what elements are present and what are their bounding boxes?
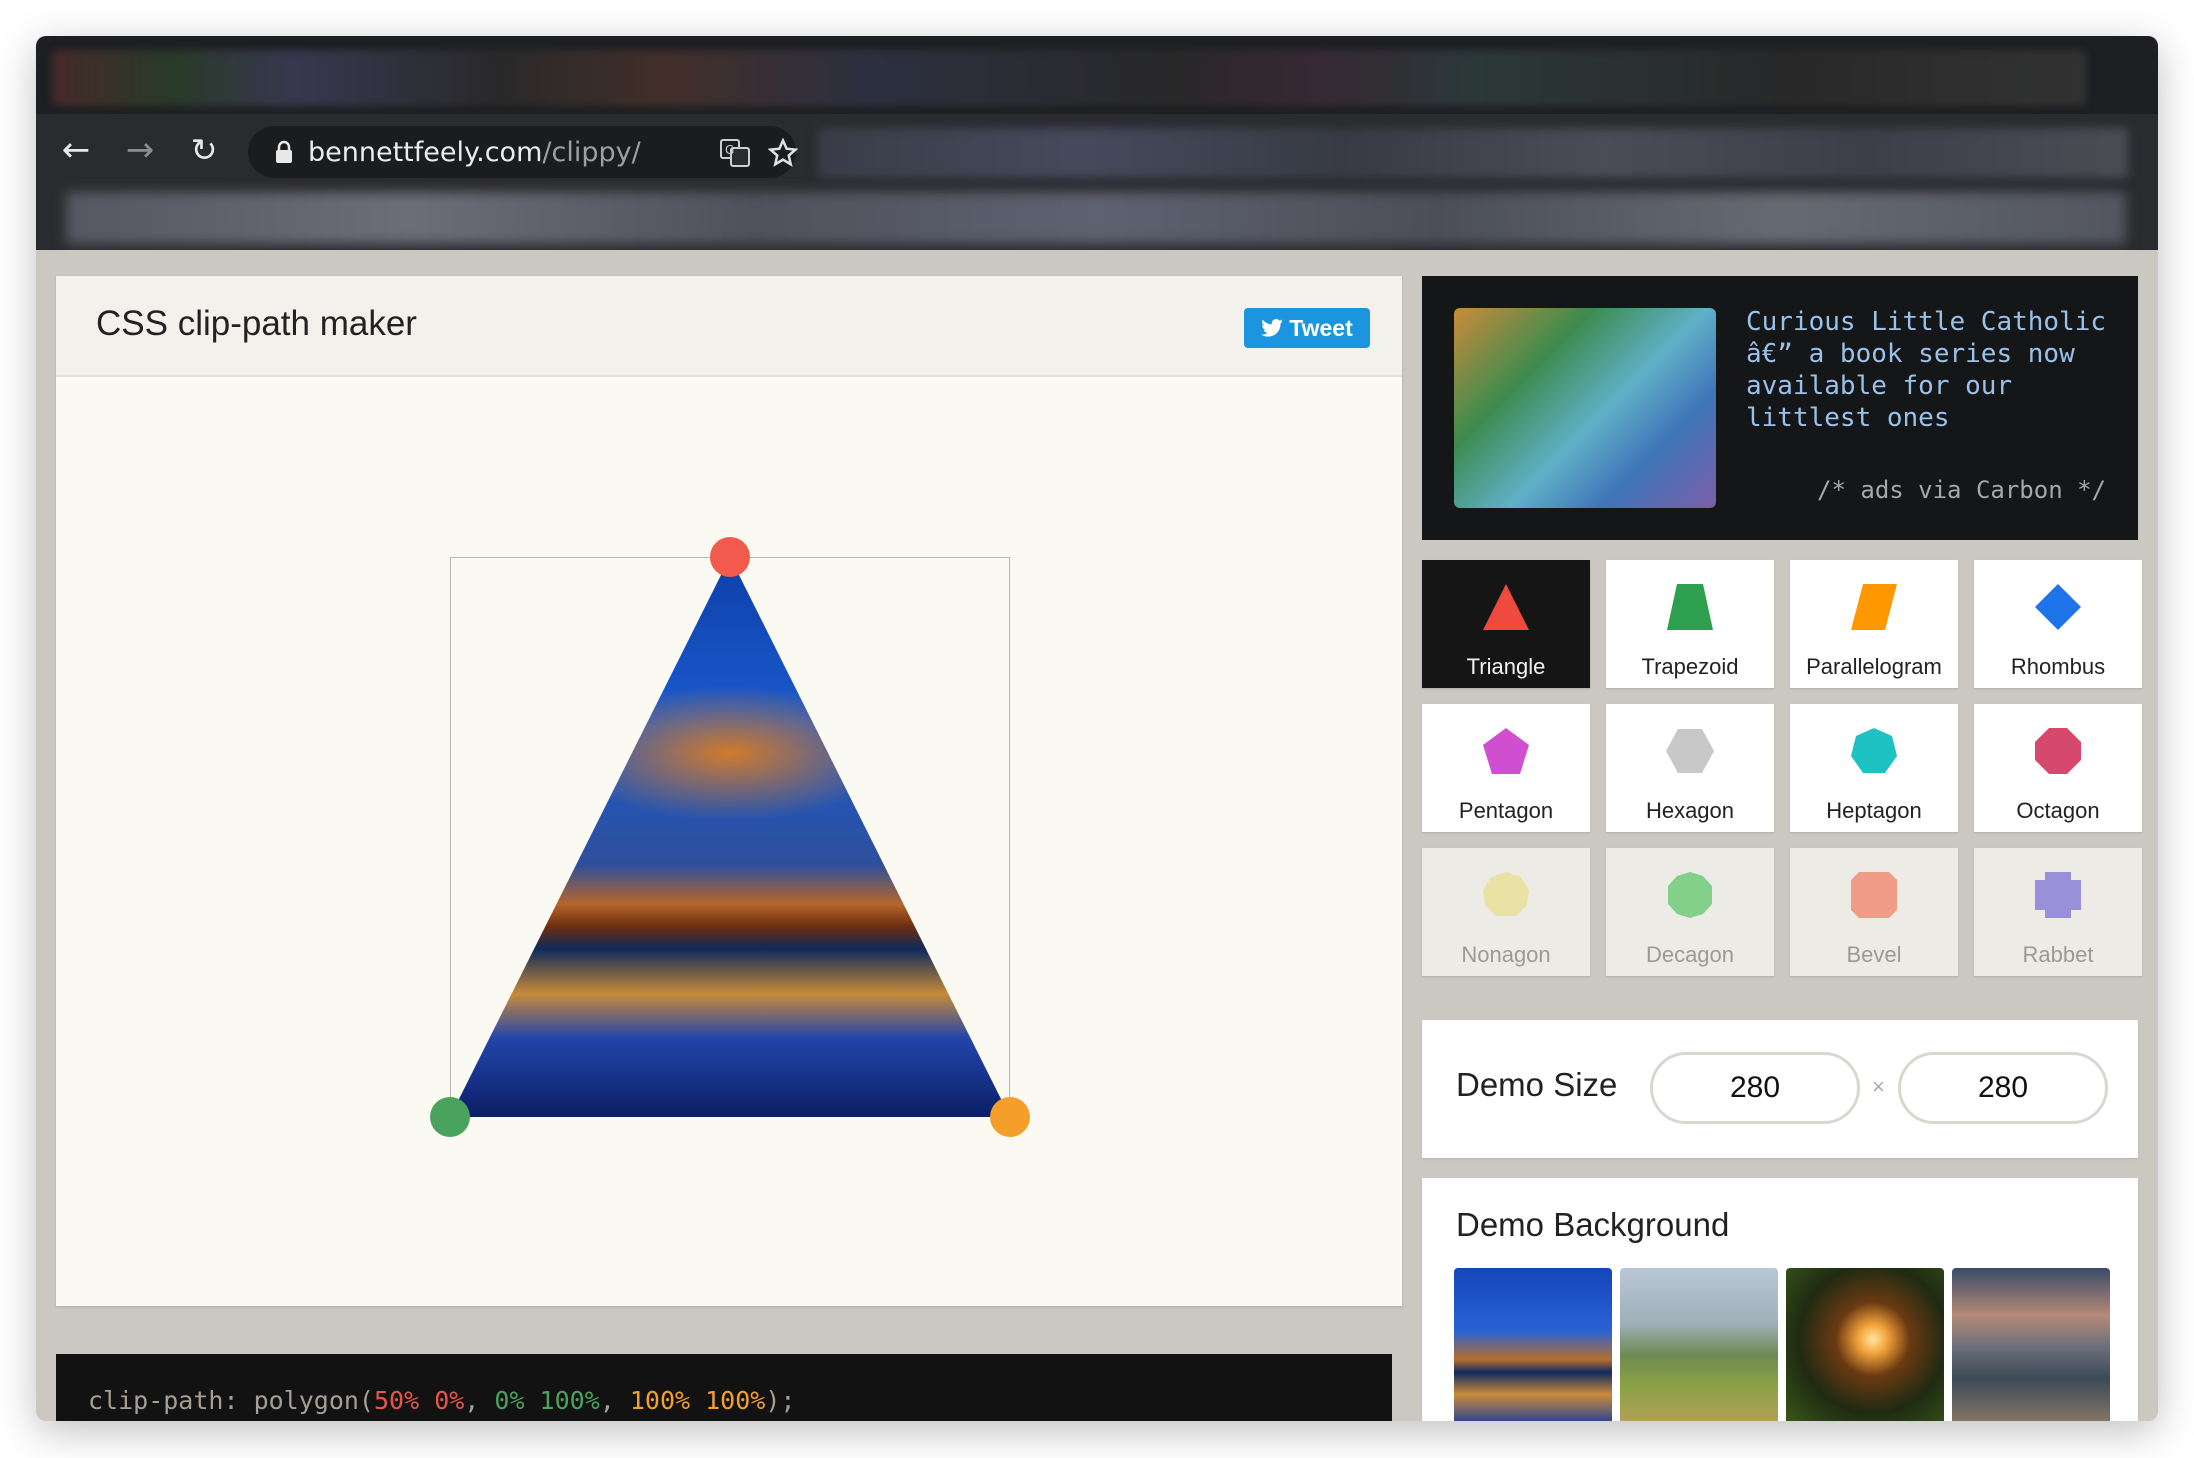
rhombus-icon [2035, 584, 2081, 630]
blurred-bookmarks [66, 192, 2126, 244]
rabbet-icon [2035, 872, 2081, 918]
reload-icon[interactable]: ↻ [182, 128, 226, 172]
url-path: /clippy/ [542, 136, 641, 168]
star-icon[interactable] [768, 138, 798, 168]
handle-left-point[interactable] [430, 1097, 470, 1137]
shape-label: Heptagon [1826, 798, 1922, 823]
page-title: CSS clip-path maker [96, 304, 417, 343]
carbon-ad[interactable]: Curious Little Catholic â€” a book serie… [1422, 276, 2138, 540]
bevel-icon [1851, 872, 1897, 918]
shape-label: Hexagon [1645, 798, 1735, 823]
demo-background-card: Demo Background [1422, 1178, 2138, 1421]
bg-thumb-hills[interactable] [1620, 1268, 1778, 1421]
demo-size-label: Demo Size [1456, 1066, 1618, 1103]
code-separator: , [464, 1386, 495, 1415]
browser-toolbar: ← → ↻ bennettfeely.com/clippy/ G [36, 114, 2158, 186]
shape-button-decagon[interactable]: Decagon [1606, 848, 1774, 976]
bg-thumb-bridge[interactable] [1454, 1268, 1612, 1421]
code-point-2: 0% 100% [494, 1386, 600, 1415]
url-domain: bennettfeely.com [308, 136, 543, 168]
heptagon-icon [1851, 728, 1897, 773]
back-arrow-icon[interactable]: ← [54, 128, 98, 172]
triangle-icon [1483, 584, 1529, 630]
parallelogram-icon [1851, 584, 1897, 630]
shape-label: Pentagon [1458, 798, 1554, 823]
code-prefix: clip-path: polygon( [88, 1386, 374, 1415]
code-suffix: ); [765, 1386, 796, 1415]
url-text: bennettfeely.com/clippy/ [308, 137, 641, 168]
shape-button-rabbet[interactable]: Rabbet [1974, 848, 2142, 976]
twitter-bird-icon [1261, 319, 1284, 337]
page-content: CSS clip-path maker Tweet clip-path: pol… [36, 250, 2158, 1421]
shape-label: Decagon [1645, 942, 1735, 967]
demo-background-label: Demo Background [1456, 1206, 1730, 1243]
address-bar[interactable]: bennettfeely.com/clippy/ G [248, 126, 798, 178]
shape-label: Rabbet [2022, 942, 2094, 967]
shape-button-trapezoid[interactable]: Trapezoid [1606, 560, 1774, 688]
ad-text[interactable]: Curious Little Catholic â€” a book serie… [1746, 306, 2116, 434]
svg-text:G: G [725, 143, 734, 157]
clip-stage [56, 379, 1402, 1306]
ad-via[interactable]: /* ads via Carbon */ [1817, 476, 2106, 504]
shape-button-parallelogram[interactable]: Parallelogram [1790, 560, 1958, 688]
demo-height-input[interactable]: 280 [1898, 1052, 2108, 1124]
shape-label: Bevel [1846, 942, 1902, 967]
shape-label: Octagon [2016, 798, 2100, 823]
shape-button-bevel[interactable]: Bevel [1790, 848, 1958, 976]
shape-button-nonagon[interactable]: Nonagon [1422, 848, 1590, 976]
blurred-extensions [818, 128, 2128, 178]
shape-label: Trapezoid [1641, 654, 1739, 679]
nonagon-icon [1483, 872, 1529, 916]
demo-width-input[interactable]: 280 [1650, 1052, 1860, 1124]
code-separator: , [599, 1386, 630, 1415]
octagon-icon [2035, 728, 2081, 774]
shape-label: Triangle [1466, 654, 1546, 679]
shape-button-triangle[interactable]: Triangle [1422, 560, 1590, 688]
shape-label: Nonagon [1461, 942, 1551, 967]
shape-button-hexagon[interactable]: Hexagon [1606, 704, 1774, 832]
demo-size-card: Demo Size 280 × 280 [1422, 1020, 2138, 1158]
shape-label: Rhombus [2010, 654, 2106, 679]
code-point-3: 100% 100% [629, 1386, 766, 1415]
size-separator: × [1872, 1074, 1885, 1099]
blurred-tabs [52, 50, 2086, 106]
handle-top-point[interactable] [710, 537, 750, 577]
trapezoid-icon [1667, 584, 1713, 630]
translate-icon[interactable]: G [720, 139, 750, 167]
tab-strip [36, 36, 2158, 114]
browser-window: ← → ↻ bennettfeely.com/clippy/ G CSS cli… [36, 36, 2158, 1421]
ad-image[interactable] [1454, 308, 1716, 508]
bg-thumb-sparkler[interactable] [1786, 1268, 1944, 1421]
code-point-1: 50% 0% [373, 1386, 465, 1415]
shape-label: Parallelogram [1806, 654, 1942, 679]
shape-button-pentagon[interactable]: Pentagon [1422, 704, 1590, 832]
hexagon-icon [1666, 729, 1714, 773]
clip-path-code: clip-path: polygon(50% 0%, 0% 100%, 100%… [88, 1386, 795, 1415]
maker-header: CSS clip-path maker Tweet [56, 276, 1402, 377]
shape-button-rhombus[interactable]: Rhombus [1974, 560, 2142, 688]
lock-icon [276, 140, 292, 163]
shape-button-heptagon[interactable]: Heptagon [1790, 704, 1958, 832]
code-output[interactable]: clip-path: polygon(50% 0%, 0% 100%, 100%… [56, 1354, 1392, 1421]
handle-right-point[interactable] [990, 1097, 1030, 1137]
forward-arrow-icon[interactable]: → [118, 128, 162, 172]
bookmarks-bar [36, 186, 2158, 250]
tweet-button[interactable]: Tweet [1244, 308, 1370, 348]
clip-path-maker-panel: CSS clip-path maker Tweet [56, 276, 1402, 1306]
pentagon-icon [1483, 728, 1529, 774]
shape-button-octagon[interactable]: Octagon [1974, 704, 2142, 832]
decagon-icon [1668, 872, 1712, 918]
bg-thumb-sea[interactable] [1952, 1268, 2110, 1421]
tweet-label: Tweet [1289, 314, 1353, 341]
